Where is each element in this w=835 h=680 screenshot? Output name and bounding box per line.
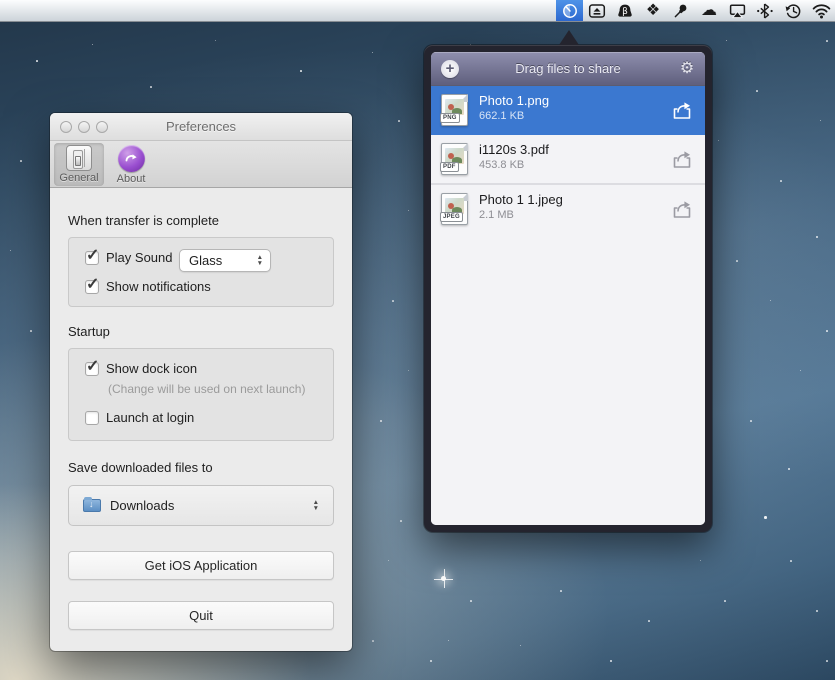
preferences-window: Preferences General About When t: [50, 113, 352, 651]
eject-glyph: [588, 2, 606, 20]
jpeg-file-icon: JPEG: [441, 193, 468, 225]
airplay-glyph: [728, 2, 747, 20]
eject-box-icon[interactable]: [583, 0, 611, 21]
downloads-folder-icon: [83, 499, 101, 512]
file-name: Photo 1 1.jpeg: [479, 192, 563, 207]
play-sound-checkbox[interactable]: ✓: [85, 251, 99, 265]
checkmark-icon: ✓: [86, 356, 99, 376]
updown-arrows-icon: ▲▼: [313, 500, 319, 511]
png-file-icon: PNG: [441, 94, 468, 126]
file-row[interactable]: PDF i1120s 3.pdf 453.8 KB: [431, 135, 705, 184]
file-size: 2.1 MB: [479, 209, 514, 221]
dropbox-glyph: ❖: [646, 3, 660, 19]
launch-at-login-label: Launch at login: [106, 410, 194, 425]
show-dock-icon-checkbox[interactable]: ✓: [85, 362, 99, 376]
about-icon: [118, 145, 145, 172]
updown-arrows-icon: ▲▼: [257, 255, 263, 266]
transfer-groupbox: ✓ Play Sound Glass ▲▼ ✓ Show notificatio…: [68, 237, 334, 307]
get-ios-application-button[interactable]: Get iOS Application: [68, 551, 334, 580]
timer-clock-icon: [561, 2, 579, 20]
preferences-toolbar: General About: [50, 141, 352, 188]
checkmark-icon: ✓: [86, 274, 99, 294]
file-list: PNG Photo 1.png 662.1 KB PDF: [431, 86, 705, 525]
time-machine-glyph: [784, 2, 803, 20]
show-dock-icon-label: Show dock icon: [106, 361, 197, 376]
file-row[interactable]: JPEG Photo 1 1.jpeg 2.1 MB: [431, 184, 705, 233]
window-title: Preferences: [50, 119, 352, 134]
startup-heading: Startup: [68, 324, 110, 339]
share-file-icon[interactable]: [671, 101, 693, 120]
share-popover-inner: + Drag files to share ⚙ PNG Photo 1.png …: [431, 52, 705, 525]
beta-glyph: β: [616, 2, 634, 20]
general-switch-icon: [66, 145, 92, 171]
file-size: 662.1 KB: [479, 110, 524, 122]
play-sound-label: Play Sound: [106, 250, 173, 265]
tab-general[interactable]: General: [54, 143, 104, 186]
pushpin-icon[interactable]: [667, 0, 695, 21]
pdf-file-icon: PDF: [441, 143, 468, 175]
folder-popup-value: Downloads: [110, 498, 313, 513]
transfer-heading: When transfer is complete: [68, 213, 219, 228]
sound-popup-value: Glass: [189, 253, 257, 268]
file-type-badge: JPEG: [440, 212, 463, 222]
file-type-badge: PNG: [440, 113, 460, 123]
share-popover-header: + Drag files to share ⚙: [431, 52, 705, 86]
dock-icon-hint: (Change will be used on next launch): [108, 382, 305, 396]
menu-bar: β ❖ ☁: [0, 0, 835, 22]
file-name: Photo 1.png: [479, 93, 549, 108]
show-notifications-checkbox-row[interactable]: ✓ Show notifications: [85, 279, 211, 294]
share-file-icon[interactable]: [671, 200, 693, 219]
tab-about[interactable]: About: [106, 143, 156, 186]
drop-zone[interactable]: [431, 233, 705, 525]
launch-at-login-checkbox[interactable]: ✓: [85, 411, 99, 425]
sound-popup[interactable]: Glass ▲▼: [179, 249, 271, 272]
file-name: i1120s 3.pdf: [479, 142, 549, 157]
cloud-icon[interactable]: ☁: [695, 0, 723, 21]
pushpin-glyph: [672, 2, 690, 20]
popover-title: Drag files to share: [515, 61, 621, 76]
startup-groupbox: ✓ Show dock icon (Change will be used on…: [68, 348, 334, 441]
popover-beak: [559, 30, 579, 45]
play-sound-checkbox-row[interactable]: ✓ Play Sound: [85, 250, 173, 265]
cloud-glyph: ☁: [701, 3, 717, 19]
show-notifications-label: Show notifications: [106, 279, 211, 294]
bluetooth-glyph: [756, 2, 774, 20]
wifi-icon[interactable]: [807, 0, 835, 21]
file-size: 453.8 KB: [479, 159, 524, 171]
add-file-button[interactable]: +: [441, 60, 459, 78]
tab-label: About: [117, 173, 146, 185]
gear-icon[interactable]: ⚙: [678, 60, 696, 78]
beta-bell-icon[interactable]: β: [611, 0, 639, 21]
download-folder-popup[interactable]: Downloads ▲▼: [68, 485, 334, 526]
bluetooth-share-icon[interactable]: [751, 0, 779, 21]
wifi-glyph: [812, 3, 831, 19]
time-machine-icon[interactable]: [779, 0, 807, 21]
svg-text:β: β: [622, 7, 628, 17]
preferences-content: When transfer is complete ✓ Play Sound G…: [50, 188, 352, 651]
show-dock-icon-checkbox-row[interactable]: ✓ Show dock icon: [85, 361, 197, 376]
quit-button[interactable]: Quit: [68, 601, 334, 630]
file-type-badge: PDF: [440, 162, 459, 172]
desktop-wallpaper: β ❖ ☁: [0, 0, 835, 680]
save-heading: Save downloaded files to: [68, 460, 213, 475]
share-popover: + Drag files to share ⚙ PNG Photo 1.png …: [424, 45, 712, 532]
file-row[interactable]: PNG Photo 1.png 662.1 KB: [431, 86, 705, 135]
tab-label: General: [59, 172, 98, 184]
dropbox-icon[interactable]: ❖: [639, 0, 667, 21]
title-bar[interactable]: Preferences: [50, 113, 352, 141]
share-file-icon[interactable]: [671, 150, 693, 169]
launch-at-login-checkbox-row[interactable]: ✓ Launch at login: [85, 410, 194, 425]
app-timer-icon[interactable]: [556, 0, 583, 21]
airplay-icon[interactable]: [723, 0, 751, 21]
show-notifications-checkbox[interactable]: ✓: [85, 280, 99, 294]
checkmark-icon: ✓: [86, 245, 99, 265]
